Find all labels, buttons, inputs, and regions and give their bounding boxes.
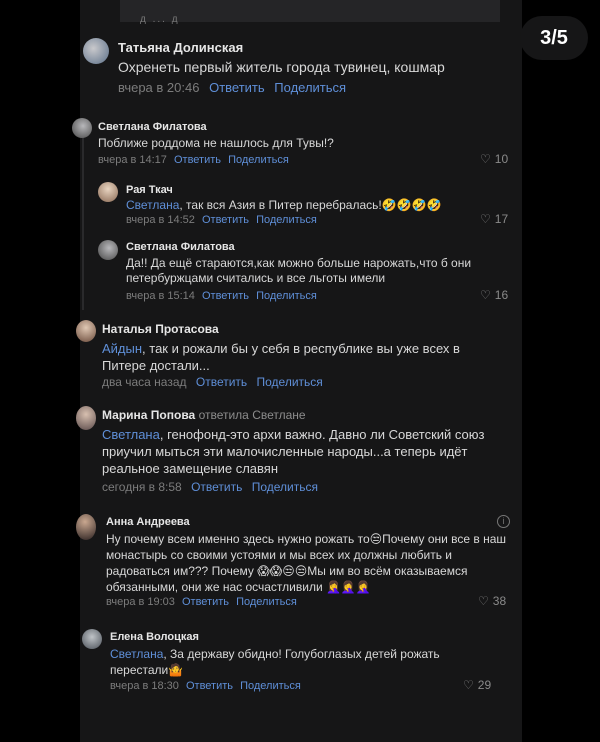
avatar[interactable] bbox=[98, 240, 118, 260]
comment-meta: вчера в 15:14 Ответить Поделиться bbox=[126, 290, 317, 302]
reply-link[interactable]: Ответить bbox=[174, 154, 221, 166]
mention-link[interactable]: Светлана bbox=[110, 647, 163, 661]
comment-time: сегодня в 8:58 bbox=[102, 480, 182, 494]
heart-icon: ♡ bbox=[480, 152, 491, 166]
mention-link[interactable]: Светлана bbox=[102, 427, 160, 442]
reply-link[interactable]: Ответить bbox=[186, 680, 233, 692]
comment-author[interactable]: Анна Андреева bbox=[106, 516, 190, 528]
reply-link[interactable]: Ответить bbox=[209, 80, 265, 95]
like-count: 16 bbox=[494, 288, 509, 302]
share-link[interactable]: Поделиться bbox=[228, 154, 289, 166]
comment-meta: два часа назад Ответить Поделиться bbox=[102, 375, 323, 389]
share-link[interactable]: Поделиться bbox=[252, 480, 318, 494]
comment-author-line: Марина Попова ответила Светлане bbox=[102, 408, 306, 422]
reply-link[interactable]: Ответить bbox=[191, 480, 242, 494]
heart-icon: ♡ bbox=[480, 288, 491, 302]
comment-text: Светлана, так вся Азия в Питер перебрала… bbox=[126, 198, 496, 213]
share-link[interactable]: Поделиться bbox=[256, 290, 317, 302]
like-count: 38 bbox=[492, 594, 507, 608]
comment-time: вчера в 18:30 bbox=[110, 680, 179, 692]
comment-meta: вчера в 14:52 Ответить Поделиться bbox=[126, 214, 317, 226]
comment-text: Поближе роддома не нашлось для Тувы!? bbox=[98, 136, 334, 150]
comment-text: Светлана, За державу обидно! Голубоглазы… bbox=[110, 646, 480, 678]
like-button[interactable]: ♡ 17 bbox=[480, 212, 508, 226]
comment-text: Ну почему всем именно здесь нужно рожать… bbox=[106, 532, 507, 594]
reply-link[interactable]: Ответить bbox=[182, 596, 229, 608]
comment-text: Айдын, так и рожали бы у себя в республи… bbox=[102, 340, 502, 374]
thread-line bbox=[82, 120, 84, 310]
avatar[interactable] bbox=[76, 514, 96, 540]
share-link[interactable]: Поделиться bbox=[240, 680, 301, 692]
comment-meta: вчера в 19:03 Ответить Поделиться bbox=[106, 596, 297, 608]
share-link[interactable]: Поделиться bbox=[236, 596, 297, 608]
avatar[interactable] bbox=[82, 629, 102, 649]
heart-icon: ♡ bbox=[480, 212, 491, 226]
like-button[interactable]: ♡ 29 bbox=[463, 678, 491, 692]
reply-link[interactable]: Ответить bbox=[196, 375, 247, 389]
avatar[interactable] bbox=[98, 182, 118, 202]
comment-text: Светлана, генофонд-это архи важно. Давно… bbox=[102, 426, 512, 477]
comment-author[interactable]: Татьяна Долинская bbox=[118, 40, 243, 55]
like-button[interactable]: ♡ 10 bbox=[480, 152, 508, 166]
comment-meta: вчера в 14:17 Ответить Поделиться bbox=[98, 154, 289, 166]
like-button[interactable]: ♡ 16 bbox=[480, 288, 508, 302]
comment-meta: сегодня в 8:58 Ответить Поделиться bbox=[102, 480, 318, 494]
comment-author[interactable]: Светлана Филатова bbox=[98, 121, 207, 133]
comment-author[interactable]: Светлана Филатова bbox=[126, 241, 235, 253]
comment-body: , так и рожали бы у себя в республике вы… bbox=[102, 341, 460, 373]
share-link[interactable]: Поделиться bbox=[256, 214, 317, 226]
comment-body: , генофонд-это архи важно. Давно ли Сове… bbox=[102, 427, 485, 476]
comment-text: Охренеть первый житель города тувинец, к… bbox=[118, 59, 445, 75]
comment-author[interactable]: Рая Ткач bbox=[126, 184, 173, 196]
avatar[interactable] bbox=[83, 38, 109, 64]
like-count: 29 bbox=[477, 678, 492, 692]
reply-link[interactable]: Ответить bbox=[202, 290, 249, 302]
comment-body: , так вся Азия в Питер перебралась!🤣🤣🤣🤣 bbox=[179, 198, 442, 212]
comment-time: вчера в 20:46 bbox=[118, 80, 200, 95]
mention-link[interactable]: Светлана bbox=[126, 198, 179, 212]
comment-author[interactable]: Наталья Протасова bbox=[102, 322, 219, 336]
avatar[interactable] bbox=[76, 320, 96, 342]
comment-meta: вчера в 18:30 Ответить Поделиться bbox=[110, 680, 301, 692]
comment-time: вчера в 19:03 bbox=[106, 596, 175, 608]
comment-author[interactable]: Марина Попова bbox=[102, 408, 195, 422]
reply-link[interactable]: Ответить bbox=[202, 214, 249, 226]
story-counter[interactable]: 3/5 bbox=[520, 16, 588, 60]
like-button[interactable]: ♡ 38 bbox=[478, 594, 506, 608]
comment-text: Да!! Да ещё стараются,как можно больше н… bbox=[126, 256, 472, 285]
avatar[interactable] bbox=[76, 406, 96, 430]
like-count: 10 bbox=[494, 152, 509, 166]
comment-author[interactable]: Елена Волоцкая bbox=[110, 631, 199, 643]
share-link[interactable]: Поделиться bbox=[257, 375, 323, 389]
heart-icon: ♡ bbox=[463, 678, 474, 692]
like-count: 17 bbox=[494, 212, 509, 226]
comment-time: вчера в 15:14 bbox=[126, 290, 195, 302]
comment-time: вчера в 14:52 bbox=[126, 214, 195, 226]
share-link[interactable]: Поделиться bbox=[274, 80, 346, 95]
mention-link[interactable]: Айдын bbox=[102, 341, 142, 356]
replied-to[interactable]: ответила Светлане bbox=[199, 408, 306, 422]
avatar[interactable] bbox=[72, 118, 92, 138]
info-icon[interactable]: i bbox=[497, 515, 510, 528]
comment-meta: вчера в 20:46 Ответить Поделиться bbox=[118, 80, 346, 95]
top-strip-text: д ... д bbox=[140, 14, 180, 25]
comment-time: два часа назад bbox=[102, 375, 187, 389]
heart-icon: ♡ bbox=[478, 594, 489, 608]
comment-time: вчера в 14:17 bbox=[98, 154, 167, 166]
